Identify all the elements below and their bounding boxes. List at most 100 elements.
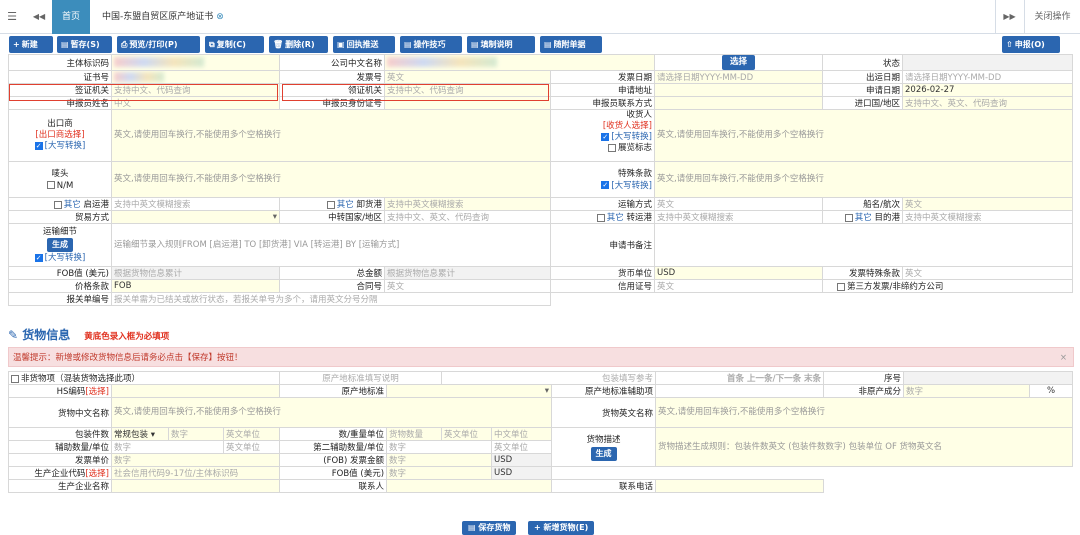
cert-no-input[interactable] bbox=[111, 70, 280, 84]
checkbox-icon[interactable]: ✓ bbox=[34, 141, 43, 150]
record-nav[interactable]: 首条 上一条/下一条 末条 bbox=[655, 371, 825, 385]
consignee-select-link[interactable]: [收货人选择] bbox=[553, 121, 652, 132]
add-goods-button[interactable]: + 新增货物(E) bbox=[528, 521, 595, 535]
new-button[interactable]: + 新建 bbox=[9, 36, 53, 53]
tab-home[interactable]: 首页 bbox=[52, 0, 90, 34]
checkbox-icon[interactable] bbox=[11, 374, 19, 383]
vessel-input[interactable]: 英文 bbox=[902, 197, 1073, 211]
currency-input[interactable]: USD bbox=[654, 266, 823, 280]
fob-usd-input[interactable]: 数字 bbox=[386, 466, 493, 480]
customs-no-input[interactable]: 报关单需为已结关或放行状态，若报关单号为多个，请用英文分号分隔 bbox=[111, 292, 551, 306]
mark-textarea[interactable]: 英文,请使用回车换行,不能使用多个空格换行 bbox=[111, 161, 551, 198]
checkbox-icon[interactable] bbox=[607, 143, 616, 152]
checkbox-icon[interactable]: ✓ bbox=[601, 181, 610, 189]
checkbox-icon[interactable] bbox=[46, 181, 55, 189]
declare-button[interactable]: ⇧ 申报(O) bbox=[1002, 36, 1060, 53]
producer-name-input[interactable] bbox=[110, 479, 281, 493]
phone-input[interactable] bbox=[655, 479, 825, 493]
consignee-upper-toggle[interactable]: ✓ [大写转换] bbox=[553, 132, 652, 143]
exporter-select-link[interactable]: [出口商选择] bbox=[11, 130, 109, 141]
qty-unit-en-input[interactable]: 英文单位 bbox=[441, 427, 493, 441]
hs-input[interactable] bbox=[110, 384, 281, 398]
checkbox-icon[interactable]: ✓ bbox=[601, 132, 610, 141]
remark-textarea[interactable] bbox=[654, 223, 1073, 267]
copy-button[interactable]: ⧉ 复制(C) bbox=[205, 36, 264, 53]
pack-guide-link[interactable]: 包装填写参考 bbox=[441, 371, 657, 385]
goods-desc-textarea[interactable]: 货物描述生成规则：包装件数英文 (包装件数数字) 包装单位 OF 货物英文名 bbox=[655, 427, 1074, 467]
checkbox-icon[interactable] bbox=[326, 200, 335, 209]
fill-guide-button[interactable]: ▤ 填制说明 bbox=[467, 36, 535, 53]
fob-invoice-input[interactable]: 数字 bbox=[386, 453, 493, 467]
third-party-toggle[interactable]: 第三方发票/非缔约方公司 bbox=[822, 279, 1073, 293]
pack-count-input[interactable]: 数字 bbox=[168, 427, 224, 441]
checkbox-icon[interactable] bbox=[53, 200, 62, 209]
prev-tabs-icon[interactable]: ◀◀ bbox=[28, 0, 50, 34]
aux-qty-input[interactable]: 数字 bbox=[111, 440, 224, 454]
generate-desc-button[interactable]: 生成 bbox=[590, 446, 617, 461]
nm-toggle[interactable]: N/M bbox=[11, 180, 109, 192]
checkbox-icon[interactable] bbox=[844, 213, 853, 222]
consignee-textarea[interactable]: 英文,请使用回车换行,不能使用多个空格换行 bbox=[654, 109, 1073, 162]
non-goods-toggle[interactable]: 非货物项（混装货物选择此项） bbox=[7, 371, 281, 385]
cn-desc-textarea[interactable]: 英文,请使用回车换行,不能使用多个空格换行 bbox=[110, 397, 553, 428]
load-port-input[interactable]: 支持中英文模糊搜索 bbox=[111, 197, 280, 211]
aux-unit-input[interactable]: 英文单位 bbox=[222, 440, 281, 454]
import-country-input[interactable]: 支持中文、英文、代码查询 bbox=[902, 96, 1073, 110]
non-origin-input[interactable]: 数字 bbox=[903, 384, 1031, 398]
close-operations-button[interactable]: 关闭操作 bbox=[1024, 0, 1080, 34]
cn-name-input[interactable] bbox=[384, 54, 655, 71]
delete-button[interactable]: 🗑 删除(R) bbox=[269, 36, 328, 53]
attachments-button[interactable]: ▤ 随附单据 bbox=[540, 36, 602, 53]
producer-code-input[interactable]: 社会信用代码9-17位/主体标识码 bbox=[110, 466, 281, 480]
exhibition-flag-toggle[interactable]: 展览标志 bbox=[553, 143, 652, 154]
trade-mode-select[interactable]: ▾ bbox=[111, 210, 280, 224]
origin-guide-link[interactable]: 原产地标准填写说明 bbox=[279, 371, 443, 385]
hs-select-link[interactable]: [选择] bbox=[85, 387, 109, 397]
aux-unit2-input[interactable]: 英文单位 bbox=[491, 440, 553, 454]
tab-certificate[interactable]: 中国-东盟自贸区原产地证书 ⊗ bbox=[94, 0, 234, 34]
select-company-button[interactable]: 选择 bbox=[721, 55, 755, 70]
menu-icon[interactable]: ☰ bbox=[0, 0, 24, 34]
transport-upper-toggle[interactable]: ✓ [大写转换] bbox=[11, 252, 109, 264]
dest-port-input[interactable]: 支持中英文模糊搜索 bbox=[902, 210, 1073, 224]
origin-aux-input[interactable] bbox=[655, 384, 825, 398]
producer-select-link[interactable]: [选择] bbox=[85, 469, 109, 479]
unload-port-input[interactable]: 支持中英文模糊搜索 bbox=[384, 197, 551, 211]
next-tabs-icon[interactable]: ▶▶ bbox=[995, 0, 1023, 34]
origin-std-select[interactable]: ▾ bbox=[386, 384, 553, 398]
exporter-textarea[interactable]: 英文,请使用回车换行,不能使用多个空格换行 bbox=[111, 109, 551, 162]
apply-date-input[interactable]: 2026-02-27 bbox=[902, 83, 1073, 97]
save-goods-button[interactable]: ▤ 保存货物 bbox=[462, 521, 517, 535]
price-terms-input[interactable]: FOB bbox=[111, 279, 280, 293]
aux-qty2-input[interactable]: 数字 bbox=[386, 440, 493, 454]
declarant-contact-input[interactable] bbox=[654, 96, 823, 110]
preview-print-button[interactable]: ⎙ 预览/打印(P) bbox=[117, 36, 200, 53]
checkbox-icon[interactable] bbox=[837, 282, 845, 291]
receipt-push-button[interactable]: ▣ 回执推送 bbox=[333, 36, 395, 53]
transit-country-input[interactable]: 支持中文、英文、代码查询 bbox=[384, 210, 551, 224]
invoice-date-input[interactable]: 请选择日期YYYY-MM-DD bbox=[654, 70, 823, 84]
invoice-price-input[interactable]: 数字 bbox=[110, 453, 281, 467]
close-tab-icon[interactable]: ⊗ bbox=[216, 12, 224, 22]
qty-input[interactable]: 货物数量 bbox=[386, 427, 443, 441]
invoice-special-input[interactable]: 英文 bbox=[902, 266, 1073, 280]
main-code-input[interactable] bbox=[111, 54, 280, 71]
exporter-upper-toggle[interactable]: ✓ [大写转换] bbox=[11, 141, 109, 152]
temp-save-button[interactable]: ▤ 暂存(S) bbox=[57, 36, 112, 53]
pack-unit-input[interactable]: 英文单位 bbox=[222, 427, 281, 441]
qty-unit-cn-input[interactable]: 中文单位 bbox=[491, 427, 553, 441]
transport-detail-textarea[interactable]: 运输细节录入规则FROM [启运港] TO [卸货港] VIA [转运港] BY… bbox=[111, 223, 551, 267]
transit-port-input[interactable]: 支持中英文模糊搜索 bbox=[654, 210, 823, 224]
generate-transport-button[interactable]: 生成 bbox=[47, 238, 73, 252]
credit-input[interactable]: 英文 bbox=[654, 279, 823, 293]
contact-input[interactable] bbox=[386, 479, 553, 493]
checkbox-icon[interactable]: ✓ bbox=[34, 253, 43, 262]
pack-type-select[interactable]: 常规包装 ▾ bbox=[111, 427, 169, 441]
checkbox-icon[interactable] bbox=[596, 213, 605, 222]
en-desc-textarea[interactable]: 英文,请使用回车换行,不能使用多个空格换行 bbox=[655, 397, 1074, 428]
invoice-no-input[interactable]: 英文 bbox=[384, 70, 551, 84]
special-upper-toggle[interactable]: ✓ [大写转换] bbox=[553, 180, 652, 192]
tips-button[interactable]: ▤ 操作技巧 bbox=[400, 36, 462, 53]
contract-input[interactable]: 英文 bbox=[384, 279, 551, 293]
apply-address-input[interactable] bbox=[654, 83, 823, 97]
